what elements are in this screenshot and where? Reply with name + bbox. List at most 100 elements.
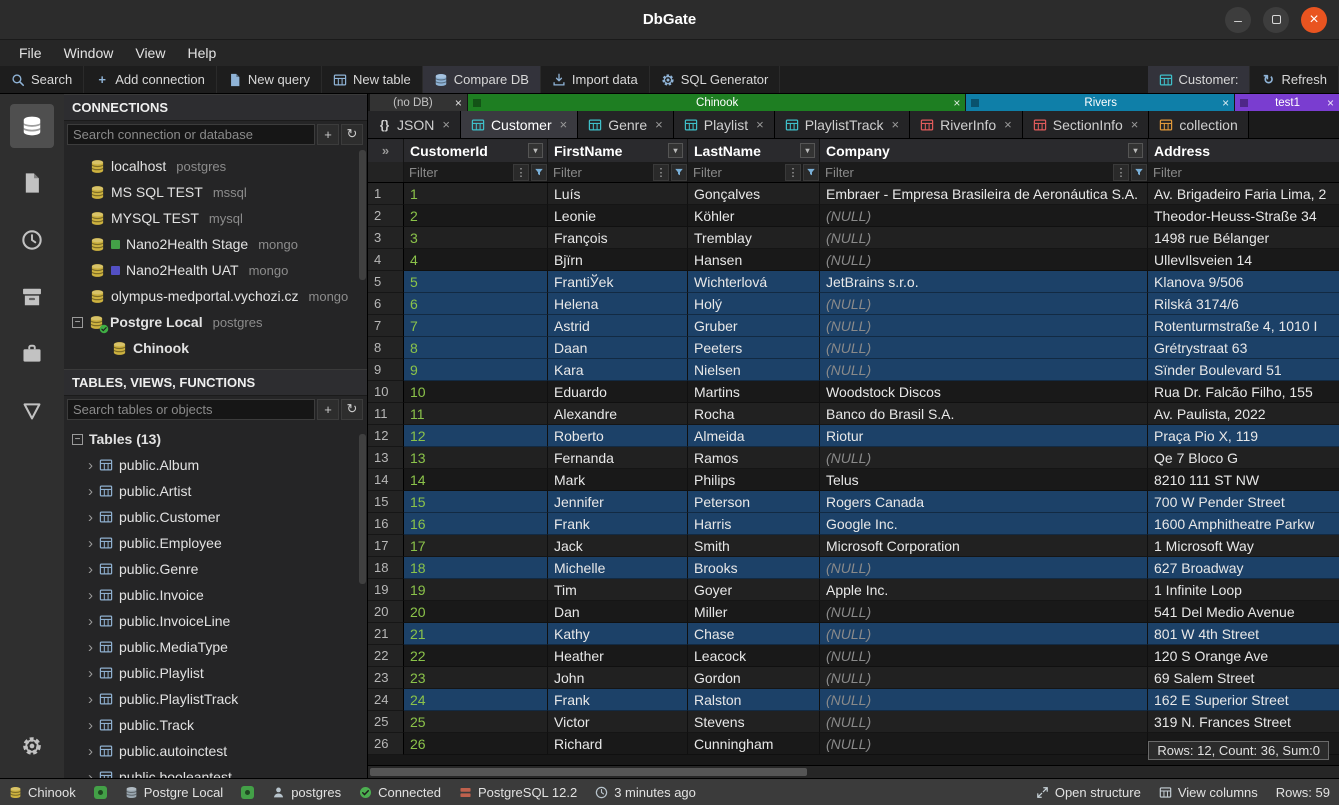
cell-lastname[interactable]: Smith — [688, 535, 820, 557]
tab-genre[interactable]: Genre× — [578, 111, 674, 138]
grid-row[interactable]: 1111AlexandreRochaBanco do Brasil S.A.Av… — [368, 403, 1339, 425]
cell-address[interactable]: Klanova 9/506 — [1148, 271, 1339, 293]
connection-nano2health-uat[interactable]: Nano2Health UATmongo — [64, 257, 367, 283]
grid-row[interactable]: 77AstridGruber(NULL)Rotenturmstraße 4, 1… — [368, 315, 1339, 337]
cell-company[interactable]: (NULL) — [820, 667, 1148, 689]
cell-lastname[interactable]: Gruber — [688, 315, 820, 337]
collapse-icon[interactable]: − — [72, 317, 83, 328]
close-icon[interactable]: × — [953, 96, 960, 110]
cell-company[interactable]: Google Inc. — [820, 513, 1148, 535]
chevron-right-icon[interactable]: › — [88, 562, 93, 577]
cell-firstname[interactable]: Heather — [548, 645, 688, 667]
cell-company[interactable]: Rogers Canada — [820, 491, 1148, 513]
tab-json[interactable]: {}JSON× — [368, 111, 461, 138]
cell-firstname[interactable]: Kara — [548, 359, 688, 381]
cell-lastname[interactable]: Rocha — [688, 403, 820, 425]
tab-collection[interactable]: collection — [1149, 111, 1248, 138]
cell-lastname[interactable]: Tremblay — [688, 227, 820, 249]
filter-input-address[interactable] — [1153, 165, 1339, 180]
cell-company[interactable]: (NULL) — [820, 447, 1148, 469]
chevron-right-icon[interactable]: › — [88, 458, 93, 473]
grid-row[interactable]: 1919TimGoyerApple Inc.1 Infinite Loop — [368, 579, 1339, 601]
cell-company[interactable]: Embraer - Empresa Brasileira de Aeronáut… — [820, 183, 1148, 205]
add-table-button[interactable]: + — [317, 399, 339, 420]
close-icon[interactable]: × — [1131, 117, 1139, 132]
connection-mysql-test[interactable]: MYSQL TESTmysql — [64, 205, 367, 231]
status-database-led[interactable] — [85, 786, 116, 799]
grid-row[interactable]: 22LeonieKöhler(NULL)Theodor-Heuss-Straße… — [368, 205, 1339, 227]
cell-company[interactable]: (NULL) — [820, 623, 1148, 645]
cell-lastname[interactable]: Hansen — [688, 249, 820, 271]
column-dropdown-icon[interactable]: ▾ — [1128, 143, 1143, 158]
cell-customerid[interactable]: 2 — [404, 205, 548, 227]
cell-customerid[interactable]: 7 — [404, 315, 548, 337]
cell-address[interactable]: 162 E Superior Street — [1148, 689, 1339, 711]
table-public-invoiceline[interactable]: ›public.InvoiceLine — [64, 608, 367, 634]
grid-row[interactable]: 2525VictorStevens(NULL)319 N. Frances St… — [368, 711, 1339, 733]
cell-firstname[interactable]: Michelle — [548, 557, 688, 579]
cell-firstname[interactable]: Richard — [548, 733, 688, 755]
activity-file[interactable] — [10, 161, 54, 205]
cell-company[interactable]: Microsoft Corporation — [820, 535, 1148, 557]
table-public-album[interactable]: ›public.Album — [64, 452, 367, 478]
close-icon[interactable]: × — [442, 117, 450, 132]
status-row-count[interactable]: Rows: 59 — [1267, 785, 1339, 800]
grid-row[interactable]: 1414MarkPhilipsTelus8210 111 ST NW — [368, 469, 1339, 491]
status-server-version[interactable]: PostgreSQL 12.2 — [450, 785, 586, 800]
connections-scrollbar[interactable] — [359, 150, 366, 280]
cell-lastname[interactable]: Peterson — [688, 491, 820, 513]
cell-customerid[interactable]: 14 — [404, 469, 548, 491]
cell-customerid[interactable]: 15 — [404, 491, 548, 513]
connection-ms-sql-test[interactable]: MS SQL TESTmssql — [64, 179, 367, 205]
table-public-employee[interactable]: ›public.Employee — [64, 530, 367, 556]
cell-firstname[interactable]: Frank — [548, 513, 688, 535]
grid-row[interactable]: 55FrantiЎekWichterlováJetBrains s.r.o.Kl… — [368, 271, 1339, 293]
cell-address[interactable]: UllevІlsveien 14 — [1148, 249, 1339, 271]
cell-company[interactable]: (NULL) — [820, 645, 1148, 667]
grid-row[interactable]: 99KaraNielsen(NULL)Sїnder Boulevard 51 — [368, 359, 1339, 381]
cell-customerid[interactable]: 6 — [404, 293, 548, 315]
grid-row[interactable]: 2323JohnGordon(NULL)69 Salem Street — [368, 667, 1339, 689]
table-public-invoice[interactable]: ›public.Invoice — [64, 582, 367, 608]
cell-firstname[interactable]: Frank — [548, 689, 688, 711]
connection-olympus-medportal-vychozi-cz[interactable]: olympus-medportal.vychozi.czmongo — [64, 283, 367, 309]
cell-customerid[interactable]: 10 — [404, 381, 548, 403]
cell-firstname[interactable]: Jack — [548, 535, 688, 557]
cell-company[interactable]: (NULL) — [820, 315, 1148, 337]
cell-lastname[interactable]: Miller — [688, 601, 820, 623]
filter-menu-icon[interactable]: ⋮ — [653, 164, 669, 181]
column-header-firstname[interactable]: FirstName▾ — [548, 139, 688, 162]
collapse-icon[interactable]: − — [72, 434, 83, 445]
expand-all-button[interactable]: » — [368, 139, 404, 162]
chevron-right-icon[interactable]: › — [88, 536, 93, 551]
cell-lastname[interactable]: Stevens — [688, 711, 820, 733]
search-button[interactable]: Search — [0, 66, 84, 93]
refresh-tables-button[interactable]: ↻ — [341, 399, 363, 420]
grid-row[interactable]: 2424FrankRalston(NULL)162 E Superior Str… — [368, 689, 1339, 711]
table-public-booleantest[interactable]: ›public.booleantest — [64, 764, 367, 778]
close-icon[interactable]: × — [756, 117, 764, 132]
cell-lastname[interactable]: Goyer — [688, 579, 820, 601]
filter-menu-icon[interactable]: ⋮ — [1113, 164, 1129, 181]
chevron-right-icon[interactable]: › — [88, 614, 93, 629]
tab-riverinfo[interactable]: RiverInfo× — [910, 111, 1023, 138]
chevron-right-icon[interactable]: › — [88, 718, 93, 733]
filter-funnel-button[interactable] — [531, 164, 547, 181]
cell-firstname[interactable]: Daan — [548, 337, 688, 359]
cell-customerid[interactable]: 22 — [404, 645, 548, 667]
close-icon[interactable]: × — [1327, 96, 1334, 110]
cell-customerid[interactable]: 23 — [404, 667, 548, 689]
minimize-button[interactable]: – — [1225, 7, 1251, 33]
status-connection-name[interactable]: Postgre Local — [116, 785, 233, 800]
menu-window[interactable]: Window — [53, 45, 125, 61]
status-view-columns[interactable]: View columns — [1150, 785, 1267, 800]
tab-playlist[interactable]: Playlist× — [674, 111, 775, 138]
cell-customerid[interactable]: 11 — [404, 403, 548, 425]
cell-address[interactable]: 1 Infinite Loop — [1148, 579, 1339, 601]
horizontal-scrollbar-thumb[interactable] — [370, 768, 807, 776]
cell-company[interactable]: (NULL) — [820, 557, 1148, 579]
column-header-address[interactable]: Address▾ — [1148, 139, 1339, 162]
cell-lastname[interactable]: Wichterlová — [688, 271, 820, 293]
cell-company[interactable]: (NULL) — [820, 689, 1148, 711]
cell-address[interactable]: 801 W 4th Street — [1148, 623, 1339, 645]
